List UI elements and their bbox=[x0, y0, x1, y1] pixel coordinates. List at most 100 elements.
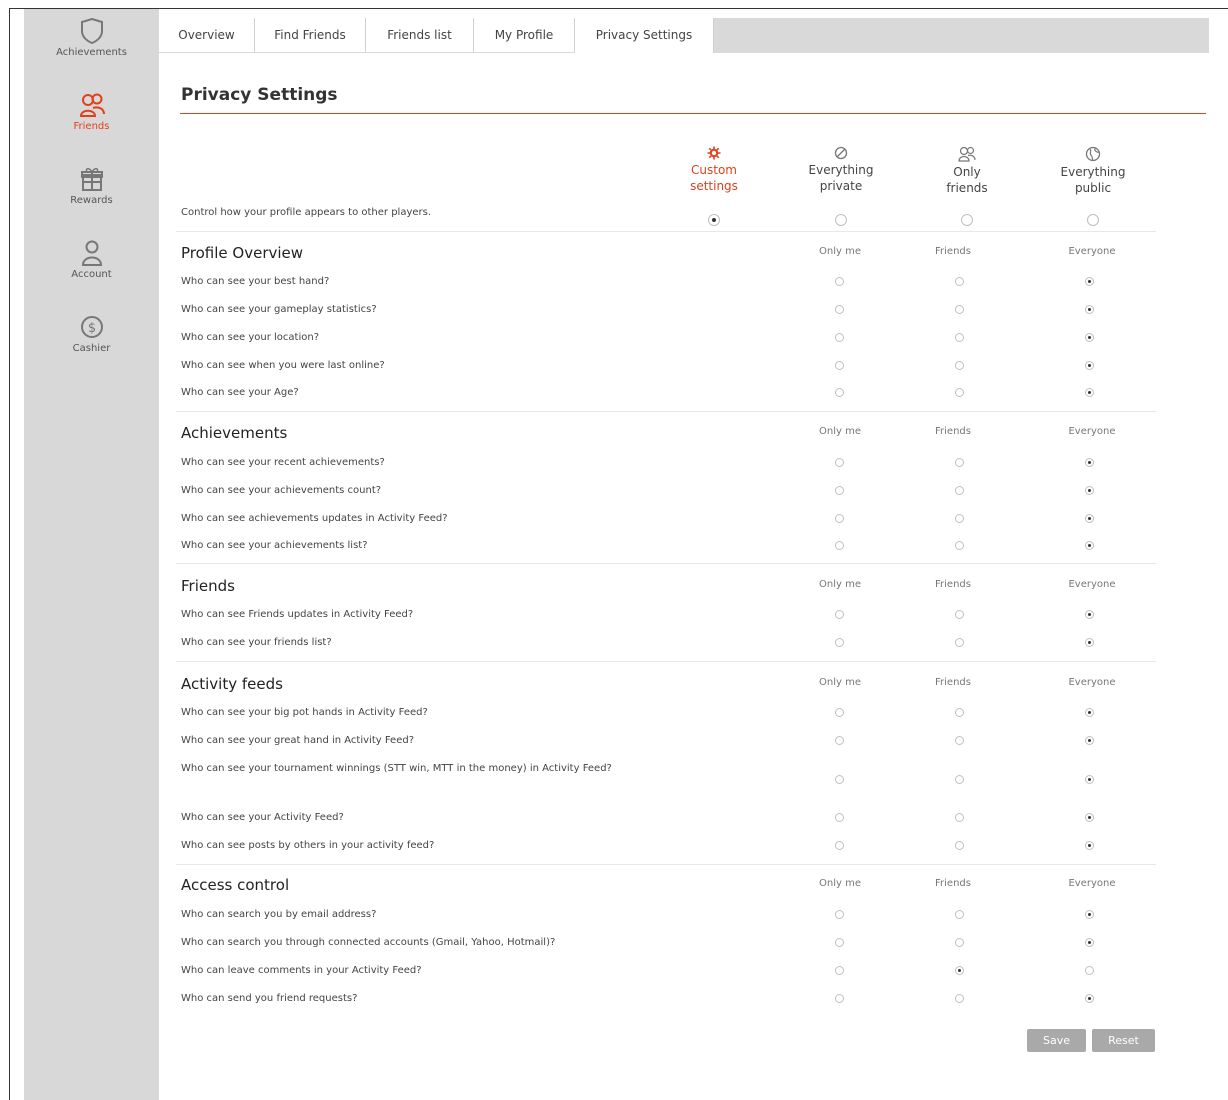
privacy-radio-only-me[interactable] bbox=[835, 277, 844, 286]
privacy-radio-everyone[interactable] bbox=[1085, 277, 1094, 286]
privacy-radio-only-me[interactable] bbox=[835, 813, 844, 822]
privacy-radio-everyone[interactable] bbox=[1085, 610, 1094, 619]
question-label: Who can see your best hand? bbox=[181, 276, 330, 287]
preset-radio-private[interactable] bbox=[835, 214, 847, 226]
privacy-radio-everyone[interactable] bbox=[1085, 486, 1094, 495]
privacy-radio-friends[interactable] bbox=[955, 277, 964, 286]
privacy-radio-friends[interactable] bbox=[955, 541, 964, 550]
privacy-radio-only-me[interactable] bbox=[835, 938, 844, 947]
page-title: Privacy Settings bbox=[181, 85, 338, 105]
no-entry-icon bbox=[834, 146, 848, 160]
preset-everything-public[interactable]: Everything public bbox=[1038, 146, 1148, 196]
preset-label-line2: settings bbox=[690, 179, 738, 193]
privacy-radio-friends[interactable] bbox=[955, 736, 964, 745]
sidebar-item-label: Rewards bbox=[70, 195, 113, 206]
privacy-radio-only-me[interactable] bbox=[835, 736, 844, 745]
column-header: Only me bbox=[819, 878, 861, 889]
sidebar-item-label: Cashier bbox=[72, 343, 111, 354]
privacy-radio-friends[interactable] bbox=[955, 966, 964, 975]
privacy-radio-friends[interactable] bbox=[955, 813, 964, 822]
tab-friends-list[interactable]: Friends list bbox=[366, 18, 474, 52]
sidebar-item-achievements[interactable]: Achievements bbox=[24, 17, 159, 58]
privacy-radio-everyone[interactable] bbox=[1085, 638, 1094, 647]
privacy-radio-only-me[interactable] bbox=[835, 458, 844, 467]
privacy-radio-everyone[interactable] bbox=[1085, 966, 1094, 975]
privacy-radio-only-me[interactable] bbox=[835, 966, 844, 975]
question-label: Who can search you by email address? bbox=[181, 909, 377, 920]
tab-overview[interactable]: Overview bbox=[159, 18, 255, 52]
privacy-radio-friends[interactable] bbox=[955, 333, 964, 342]
privacy-radio-only-me[interactable] bbox=[835, 541, 844, 550]
friends-icon bbox=[79, 93, 105, 117]
privacy-radio-everyone[interactable] bbox=[1085, 388, 1094, 397]
save-button[interactable]: Save bbox=[1027, 1029, 1086, 1052]
preset-radio-friends[interactable] bbox=[961, 214, 973, 226]
preset-label-line2: public bbox=[1074, 181, 1112, 195]
column-header: Everyone bbox=[1068, 246, 1116, 257]
privacy-radio-everyone[interactable] bbox=[1085, 333, 1094, 342]
privacy-radio-everyone[interactable] bbox=[1085, 361, 1094, 370]
privacy-radio-everyone[interactable] bbox=[1085, 736, 1094, 745]
privacy-radio-everyone[interactable] bbox=[1085, 994, 1094, 1003]
privacy-radio-friends[interactable] bbox=[955, 938, 964, 947]
question-label: Who can see your achievements list? bbox=[181, 540, 368, 551]
section-title: Activity feeds bbox=[181, 675, 283, 693]
privacy-radio-everyone[interactable] bbox=[1085, 708, 1094, 717]
privacy-radio-everyone[interactable] bbox=[1085, 910, 1094, 919]
privacy-radio-only-me[interactable] bbox=[835, 388, 844, 397]
privacy-radio-only-me[interactable] bbox=[835, 333, 844, 342]
preset-label-line1: Only bbox=[953, 165, 981, 179]
preset-custom-settings[interactable]: Custom settings bbox=[659, 146, 769, 194]
privacy-radio-friends[interactable] bbox=[955, 708, 964, 717]
tab-privacy-settings[interactable]: Privacy Settings bbox=[575, 18, 714, 53]
privacy-radio-only-me[interactable] bbox=[835, 910, 844, 919]
privacy-radio-only-me[interactable] bbox=[835, 841, 844, 850]
tab-my-profile[interactable]: My Profile bbox=[474, 18, 575, 52]
privacy-radio-friends[interactable] bbox=[955, 458, 964, 467]
privacy-radio-friends[interactable] bbox=[955, 994, 964, 1003]
privacy-radio-only-me[interactable] bbox=[835, 610, 844, 619]
tab-find-friends[interactable]: Find Friends bbox=[255, 18, 366, 52]
privacy-radio-everyone[interactable] bbox=[1085, 541, 1094, 550]
privacy-radio-friends[interactable] bbox=[955, 514, 964, 523]
privacy-radio-everyone[interactable] bbox=[1085, 813, 1094, 822]
sidebar-item-cashier[interactable]: $ Cashier bbox=[24, 313, 159, 354]
privacy-radio-everyone[interactable] bbox=[1085, 775, 1094, 784]
privacy-radio-only-me[interactable] bbox=[835, 994, 844, 1003]
privacy-radio-friends[interactable] bbox=[955, 305, 964, 314]
privacy-radio-only-me[interactable] bbox=[835, 775, 844, 784]
privacy-radio-friends[interactable] bbox=[955, 910, 964, 919]
preset-everything-private[interactable]: Everything private bbox=[786, 146, 896, 194]
preset-only-friends[interactable]: Only friends bbox=[912, 146, 1022, 196]
privacy-radio-only-me[interactable] bbox=[835, 638, 844, 647]
privacy-radio-friends[interactable] bbox=[955, 775, 964, 784]
privacy-radio-only-me[interactable] bbox=[835, 486, 844, 495]
privacy-radio-everyone[interactable] bbox=[1085, 305, 1094, 314]
preset-radio-public[interactable] bbox=[1087, 214, 1099, 226]
sidebar-item-friends[interactable]: Friends bbox=[24, 91, 159, 132]
privacy-radio-everyone[interactable] bbox=[1085, 514, 1094, 523]
privacy-radio-friends[interactable] bbox=[955, 841, 964, 850]
privacy-radio-only-me[interactable] bbox=[835, 708, 844, 717]
section-divider bbox=[176, 231, 1156, 232]
sidebar-item-rewards[interactable]: Rewards bbox=[24, 165, 159, 206]
privacy-radio-only-me[interactable] bbox=[835, 305, 844, 314]
preset-radio-custom[interactable] bbox=[708, 214, 720, 226]
privacy-radio-friends[interactable] bbox=[955, 610, 964, 619]
reset-button[interactable]: Reset bbox=[1092, 1029, 1155, 1052]
shield-icon bbox=[80, 17, 103, 45]
privacy-radio-everyone[interactable] bbox=[1085, 938, 1094, 947]
sidebar-item-label: Friends bbox=[73, 121, 110, 132]
privacy-radio-friends[interactable] bbox=[955, 638, 964, 647]
privacy-radio-friends[interactable] bbox=[955, 361, 964, 370]
privacy-radio-everyone[interactable] bbox=[1085, 458, 1094, 467]
privacy-radio-only-me[interactable] bbox=[835, 514, 844, 523]
privacy-radio-only-me[interactable] bbox=[835, 361, 844, 370]
question-label: Who can leave comments in your Activity … bbox=[181, 965, 422, 976]
title-divider bbox=[180, 113, 1206, 114]
privacy-radio-everyone[interactable] bbox=[1085, 841, 1094, 850]
privacy-radio-friends[interactable] bbox=[955, 388, 964, 397]
privacy-radio-friends[interactable] bbox=[955, 486, 964, 495]
gear-icon bbox=[707, 146, 721, 160]
sidebar-item-account[interactable]: Account bbox=[24, 239, 159, 280]
